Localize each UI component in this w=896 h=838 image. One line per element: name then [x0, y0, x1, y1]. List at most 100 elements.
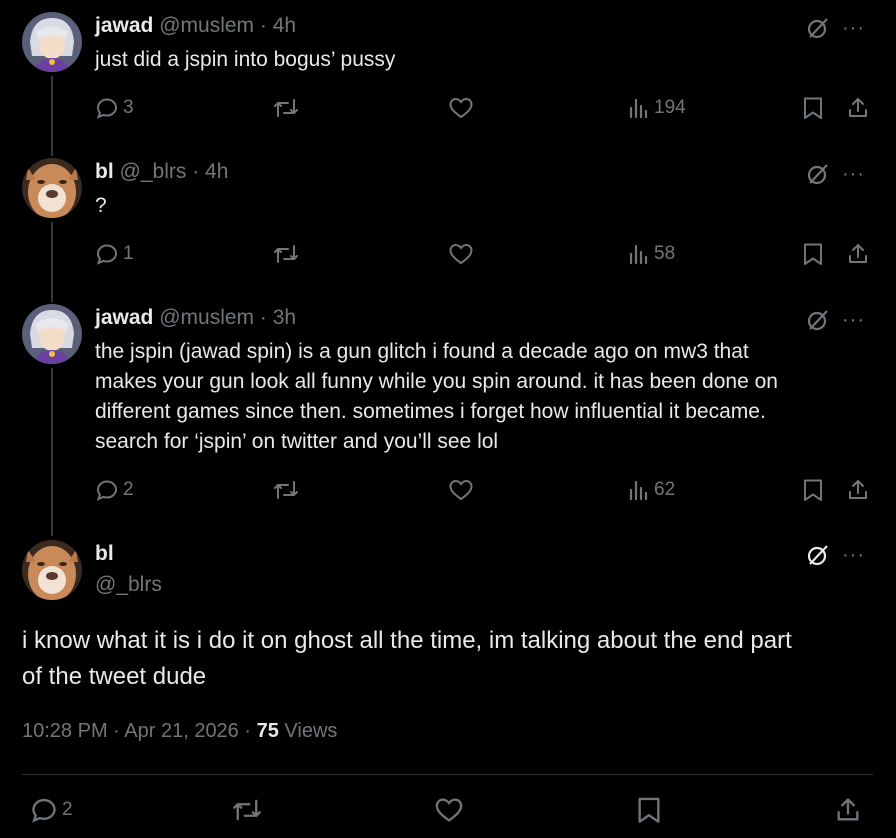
like-button[interactable]: [448, 96, 474, 120]
reply-count: 1: [123, 243, 134, 264]
reply-icon: [96, 98, 118, 119]
grok-icon[interactable]: [806, 308, 830, 332]
like-icon: [449, 479, 473, 501]
retweet-icon: [274, 99, 298, 117]
tweet-top-actions: ···: [806, 162, 865, 186]
tweet-top-actions: ···: [806, 543, 865, 567]
like-icon: [449, 243, 473, 265]
reply-icon: [96, 480, 118, 501]
share-button[interactable]: [834, 796, 862, 824]
retweet-icon: [274, 481, 298, 499]
views-label: Views: [284, 720, 338, 742]
tweet-text-line: different games since then. sometimes i …: [95, 400, 766, 423]
views-icon: [629, 98, 648, 119]
tweet-text: the jspin (jawad spin) is a gun glitch i…: [95, 337, 875, 457]
tweet-text-line: i know what it is i do it on ghost all t…: [22, 627, 792, 654]
display-name[interactable]: jawad: [95, 14, 153, 37]
timestamp[interactable]: · 3h: [260, 306, 296, 329]
share-icon: [849, 480, 867, 499]
divider: [22, 774, 873, 775]
views-count: 194: [654, 97, 686, 118]
tweet-text-line: of the tweet dude: [22, 663, 207, 690]
like-button[interactable]: [448, 242, 474, 266]
thread-line: [51, 368, 53, 536]
bookmark-button[interactable]: [636, 796, 662, 824]
bookmark-button[interactable]: [802, 242, 824, 266]
timestamp[interactable]: 10:28 PM · Apr 21, 2026 ·: [22, 720, 251, 742]
share-button[interactable]: [846, 96, 870, 120]
views-count: 75: [256, 720, 279, 742]
share-button[interactable]: [846, 478, 870, 502]
reply-count: 2: [62, 799, 73, 820]
grok-icon[interactable]: [806, 16, 830, 40]
thread-line: [51, 222, 53, 302]
tweet-top-actions: ···: [806, 16, 865, 40]
thread-line: [51, 76, 53, 156]
retweet-button[interactable]: [273, 96, 299, 120]
display-name[interactable]: bl: [95, 542, 114, 566]
tweet-text-line: search for ‘jspin’ on twitter and you’ll…: [95, 430, 499, 453]
tweet-header: bl @_blrs · 4h: [95, 160, 228, 184]
handle[interactable]: @muslem: [159, 14, 254, 37]
views-icon: [629, 244, 648, 265]
views-button[interactable]: 194: [626, 96, 686, 120]
tweet-text: ?: [95, 194, 107, 217]
grok-icon[interactable]: [806, 162, 830, 186]
like-icon: [435, 798, 463, 822]
tweet-top-actions: ···: [806, 308, 865, 332]
like-button[interactable]: [434, 796, 464, 824]
tweet-header: jawad @muslem · 4h: [95, 14, 296, 38]
tweet-text: just did a jspin into bogus’ pussy: [95, 48, 396, 71]
tweet-meta: 10:28 PM · Apr 21, 2026 · 75 Views: [22, 720, 337, 743]
views-icon: [629, 480, 648, 501]
reply-button[interactable]: 3: [95, 96, 134, 120]
avatar[interactable]: [22, 540, 82, 600]
share-button[interactable]: [846, 242, 870, 266]
views-count: 58: [654, 243, 676, 264]
bookmark-icon: [804, 479, 822, 501]
bookmark-icon: [804, 243, 822, 265]
like-icon: [449, 97, 473, 119]
bookmark-icon: [804, 97, 822, 119]
bookmark-button[interactable]: [802, 478, 824, 502]
views-button[interactable]: 62: [626, 478, 675, 502]
handle[interactable]: @_blrs: [95, 573, 162, 597]
avatar[interactable]: [22, 158, 82, 218]
timestamp[interactable]: · 4h: [192, 160, 228, 183]
share-icon: [837, 798, 859, 821]
retweet-button[interactable]: [273, 478, 299, 502]
handle[interactable]: @_blrs: [120, 160, 187, 183]
avatar[interactable]: [22, 12, 82, 72]
more-icon[interactable]: ···: [842, 310, 865, 330]
retweet-button[interactable]: [232, 796, 262, 824]
share-icon: [849, 98, 867, 117]
reply-icon: [32, 798, 56, 823]
retweet-icon: [233, 799, 261, 821]
avatar[interactable]: [22, 304, 82, 364]
tweet-header: jawad @muslem · 3h: [95, 306, 296, 330]
bookmark-button[interactable]: [802, 96, 824, 120]
bookmark-icon: [638, 797, 660, 823]
tweet-text-line: makes your gun look all funny while you …: [95, 370, 778, 393]
retweet-button[interactable]: [273, 242, 299, 266]
more-icon[interactable]: ···: [842, 18, 865, 38]
reply-button[interactable]: 2: [95, 478, 134, 502]
retweet-icon: [274, 245, 298, 263]
views-count: 62: [654, 479, 676, 500]
views-button[interactable]: 58: [626, 242, 675, 266]
grok-icon[interactable]: [806, 543, 830, 567]
display-name[interactable]: bl: [95, 160, 114, 183]
display-name[interactable]: jawad: [95, 306, 153, 329]
tweet-text-line: the jspin (jawad spin) is a gun glitch i…: [95, 340, 749, 363]
more-icon[interactable]: ···: [842, 545, 865, 565]
handle[interactable]: @muslem: [159, 306, 254, 329]
timestamp[interactable]: · 4h: [260, 14, 296, 37]
reply-count: 2: [123, 479, 134, 500]
more-icon[interactable]: ···: [842, 164, 865, 184]
reply-button[interactable]: 1: [95, 242, 134, 266]
reply-button[interactable]: 2: [30, 796, 73, 824]
share-icon: [849, 244, 867, 263]
main-tweet-text: i know what it is i do it on ghost all t…: [22, 623, 882, 695]
like-button[interactable]: [448, 478, 474, 502]
reply-count: 3: [123, 97, 134, 118]
